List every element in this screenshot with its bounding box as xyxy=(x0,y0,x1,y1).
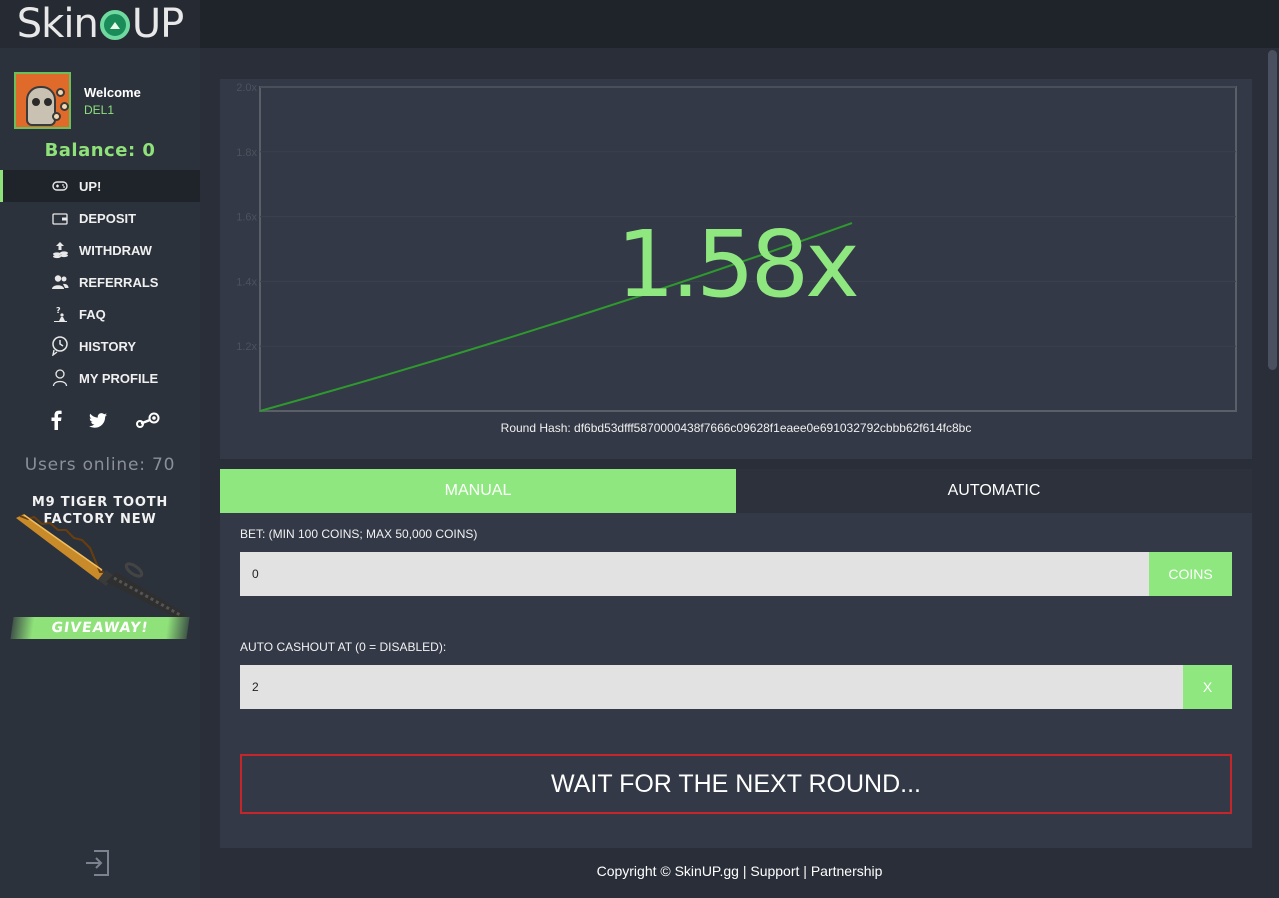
logo-up-icon xyxy=(99,10,130,40)
wait-next-round-button[interactable]: WAIT FOR THE NEXT ROUND... xyxy=(240,754,1232,814)
sidebar-item-label: MY PROFILE xyxy=(79,370,159,386)
round-hash[interactable]: Round Hash: df6bd53dfff5870000438f7666c0… xyxy=(220,421,1252,435)
sidebar-item-faq[interactable]: ? FAQ xyxy=(0,298,200,330)
multiplier-value: 1.58x xyxy=(616,211,859,318)
sidebar-item-referrals[interactable]: REFERRALS xyxy=(0,266,200,298)
multiplier-addon: X xyxy=(1183,665,1232,709)
sidebar-item-withdraw[interactable]: WITHDRAW xyxy=(0,234,200,266)
scrollbar[interactable] xyxy=(1266,48,1279,898)
footer: Copyright © SkinUP.gg | Support | Partne… xyxy=(200,863,1279,879)
giveaway-badge[interactable]: GIVEAWAY! xyxy=(10,617,190,639)
svg-text:?: ? xyxy=(56,306,61,315)
sidebar-item-profile[interactable]: MY PROFILE xyxy=(0,362,200,394)
sidebar-item-label: REFERRALS xyxy=(79,274,159,290)
question-icon: ? xyxy=(50,306,70,322)
cashout-label: AUTO CASHOUT AT (0 = DISABLED): xyxy=(240,640,447,654)
tab-manual[interactable]: MANUAL xyxy=(220,469,736,513)
welcome-text: Welcome xyxy=(84,84,141,100)
cashout-field: X xyxy=(240,665,1232,709)
copyright-text: Copyright © SkinUP.gg xyxy=(596,863,739,879)
promo-title-line1: M9 TIGER TOOTH xyxy=(31,495,169,510)
user-block: Welcome DEL1 xyxy=(14,72,141,129)
wallet-icon xyxy=(50,212,70,225)
balance: Balance: 0 xyxy=(44,140,156,161)
bet-mode-tabs: MANUAL AUTOMATIC xyxy=(220,469,1252,513)
cashout-input[interactable] xyxy=(240,665,1183,709)
gamepad-icon xyxy=(50,180,70,192)
users-icon xyxy=(50,274,70,290)
sidebar-nav: UP! DEPOSIT WITHDRAW REFERRALS ? FAQ HIS… xyxy=(0,170,200,394)
steam-icon[interactable] xyxy=(134,412,160,433)
avatar[interactable] xyxy=(14,72,71,129)
footer-separator: | xyxy=(803,863,807,879)
sidebar-item-label: DEPOSIT xyxy=(79,210,137,226)
social-links xyxy=(50,410,160,435)
logo[interactable]: Skin UP xyxy=(0,0,200,48)
top-bar xyxy=(200,0,1279,48)
clock-icon xyxy=(50,336,70,356)
bet-field: COINS xyxy=(240,552,1232,596)
logo-text-right: UP xyxy=(131,1,184,47)
sidebar-item-up[interactable]: UP! xyxy=(0,170,200,202)
tab-automatic[interactable]: AUTOMATIC xyxy=(736,469,1252,513)
support-link[interactable]: Support xyxy=(750,863,799,879)
bet-label: BET: (MIN 100 COINS; MAX 50,000 COINS) xyxy=(240,527,478,541)
knife-image[interactable] xyxy=(14,510,190,620)
sidebar-item-history[interactable]: HISTORY xyxy=(0,330,200,362)
logo-text-left: Skin xyxy=(16,1,99,47)
bet-panel: MANUAL AUTOMATIC BET: (MIN 100 COINS; MA… xyxy=(220,469,1252,848)
y-tick-label: 1.8x xyxy=(236,147,257,159)
sidebar-item-label: FAQ xyxy=(79,306,106,322)
bet-input[interactable] xyxy=(240,552,1149,596)
sidebar: Skin UP Welcome DEL1 Balance: 0 UP! DEPO… xyxy=(0,0,200,898)
footer-separator: | xyxy=(742,863,747,879)
users-online: Users online: 70 xyxy=(24,455,176,475)
twitter-icon[interactable] xyxy=(89,412,107,433)
sidebar-item-label: WITHDRAW xyxy=(79,242,152,258)
partnership-link[interactable]: Partnership xyxy=(811,863,883,879)
y-tick-label: 1.2x xyxy=(236,341,257,353)
logout-icon[interactable] xyxy=(84,848,112,878)
facebook-icon[interactable] xyxy=(50,410,62,435)
crash-chart-panel: 2.0x 1.8x 1.6x 1.4x 1.2x 1.58x Round Hash: d… xyxy=(220,79,1252,459)
coins-icon xyxy=(50,241,70,259)
username[interactable]: DEL1 xyxy=(84,103,141,117)
scrollbar-thumb[interactable] xyxy=(1268,50,1277,370)
user-icon xyxy=(50,369,70,387)
coins-addon: COINS xyxy=(1149,552,1232,596)
y-tick-label: 2.0x xyxy=(236,82,257,94)
sidebar-item-label: HISTORY xyxy=(79,338,137,354)
sidebar-item-label: UP! xyxy=(79,178,102,194)
sidebar-item-deposit[interactable]: DEPOSIT xyxy=(0,202,200,234)
